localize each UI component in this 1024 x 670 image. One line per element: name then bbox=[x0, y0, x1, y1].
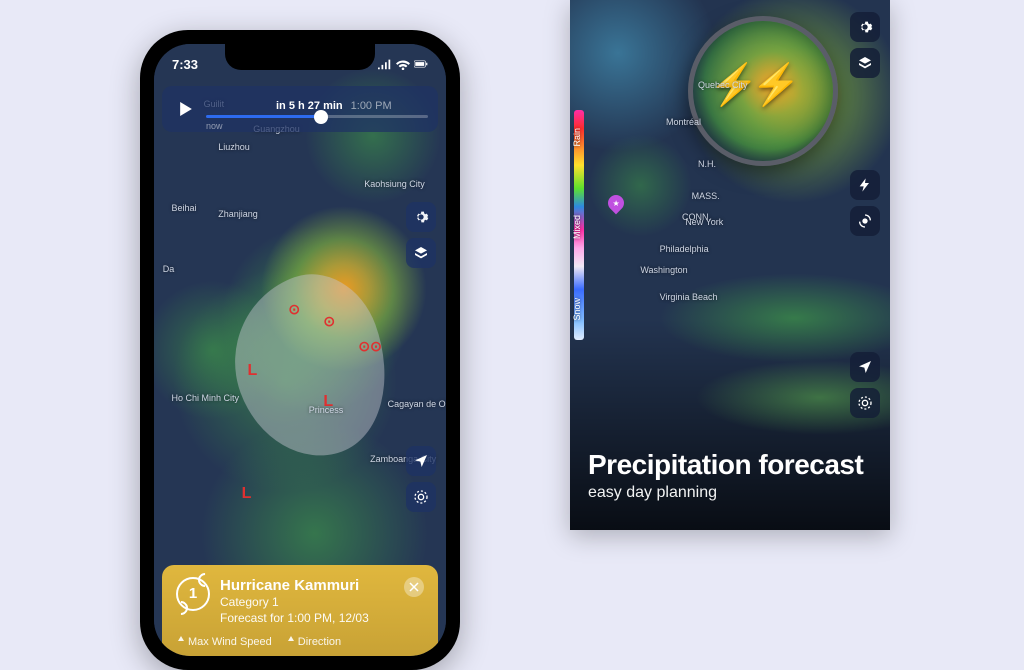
city-label: Ho Chi Minh City bbox=[172, 393, 240, 403]
pin-icon bbox=[413, 489, 429, 505]
city-label: Beihai bbox=[172, 203, 197, 213]
phone-frame: L L L ⊙ ⊙ ⊙⊙ 7:33 in 5 h 27 min bbox=[140, 30, 460, 670]
locate-button[interactable] bbox=[850, 352, 880, 382]
low-pressure-marker: L bbox=[242, 485, 252, 503]
status-icons bbox=[378, 58, 428, 70]
locations-button[interactable] bbox=[850, 388, 880, 418]
storm-card[interactable]: 1 Hurricane Kammuri Category 1 Forecast … bbox=[162, 565, 438, 656]
notch bbox=[225, 44, 375, 70]
layers-button[interactable] bbox=[850, 48, 880, 78]
storm-direction-label: Direction bbox=[286, 636, 341, 648]
arrow-icon bbox=[413, 453, 429, 469]
city-label: Virginia Beach bbox=[660, 292, 718, 302]
low-pressure-marker: L bbox=[247, 362, 257, 380]
hurricane-track-icon: ⊙⊙ bbox=[358, 338, 381, 355]
status-time: 7:33 bbox=[172, 57, 198, 72]
hurricane-track-icon: ⊙ bbox=[323, 313, 335, 330]
pin-icon bbox=[857, 395, 873, 411]
layers-icon bbox=[857, 55, 873, 71]
timeline-eta: in 5 h 27 min bbox=[276, 100, 343, 112]
hurricane-track-icon: ⊙ bbox=[288, 301, 300, 318]
gear-icon bbox=[857, 19, 873, 35]
panel-subtitle: easy day planning bbox=[588, 484, 863, 502]
signal-icon bbox=[378, 58, 392, 70]
arrow-icon bbox=[857, 359, 873, 375]
locate-button[interactable] bbox=[406, 446, 436, 476]
city-label: MASS. bbox=[692, 191, 720, 201]
storm-category: Category 1 bbox=[220, 594, 394, 610]
play-button[interactable] bbox=[172, 95, 200, 123]
city-label: Washington bbox=[640, 265, 687, 275]
layers-icon bbox=[413, 245, 429, 261]
panel-title: Precipitation forecast bbox=[588, 450, 863, 480]
layers-button[interactable] bbox=[406, 238, 436, 268]
city-label: New York bbox=[685, 217, 723, 227]
hurricane-icon: 1 bbox=[176, 577, 210, 611]
hurricane-icon bbox=[857, 213, 873, 229]
gear-icon bbox=[413, 209, 429, 225]
settings-button[interactable] bbox=[850, 12, 880, 42]
city-label: Philadelphia bbox=[660, 244, 709, 254]
city-label: Kaohsiung City bbox=[364, 179, 425, 189]
scale-label-snow: Snow bbox=[572, 298, 582, 321]
city-label: N.H. bbox=[698, 159, 716, 169]
city-label: Da bbox=[163, 264, 175, 274]
storm-forecast: Forecast for 1:00 PM, 12/03 bbox=[220, 610, 394, 626]
storm-name: Hurricane Kammuri bbox=[220, 577, 394, 594]
timeline-thumb[interactable] bbox=[314, 110, 328, 124]
play-icon bbox=[179, 102, 193, 116]
bolt-icon bbox=[857, 177, 873, 193]
feature-panel: Rain Mixed Snow ⚡⚡ Precipitation forecas… bbox=[570, 0, 890, 530]
storm-wind-label: Max Wind Speed bbox=[176, 636, 272, 648]
scale-label-mixed: Mixed bbox=[572, 215, 582, 239]
close-button[interactable] bbox=[404, 577, 424, 597]
city-label: Cagayan de Oro City bbox=[388, 399, 446, 409]
city-label: Princess bbox=[309, 405, 344, 415]
city-label: Zhanjiang bbox=[218, 209, 258, 219]
timeline-scrubber[interactable]: in 5 h 27 min 1:00 PM now bbox=[162, 86, 438, 132]
phone-screen: L L L ⊙ ⊙ ⊙⊙ 7:33 in 5 h 27 min bbox=[154, 44, 446, 656]
hurricane-button[interactable] bbox=[850, 206, 880, 236]
timeline-now-label: now bbox=[206, 121, 223, 131]
settings-button[interactable] bbox=[406, 202, 436, 232]
locations-button[interactable] bbox=[406, 482, 436, 512]
city-label: Montréal bbox=[666, 117, 701, 127]
storm-cone bbox=[209, 256, 412, 476]
city-label: Quebec City bbox=[698, 80, 748, 90]
timeline-time: 1:00 PM bbox=[351, 100, 392, 112]
scale-label-rain: Rain bbox=[572, 128, 582, 147]
battery-icon bbox=[414, 58, 428, 70]
lightning-button[interactable] bbox=[850, 170, 880, 200]
wifi-icon bbox=[396, 58, 410, 70]
magnifier-lens: ⚡⚡ bbox=[688, 16, 838, 166]
timeline-track[interactable]: now bbox=[206, 115, 428, 118]
city-label: Liuzhou bbox=[218, 142, 250, 152]
close-icon bbox=[409, 582, 419, 592]
